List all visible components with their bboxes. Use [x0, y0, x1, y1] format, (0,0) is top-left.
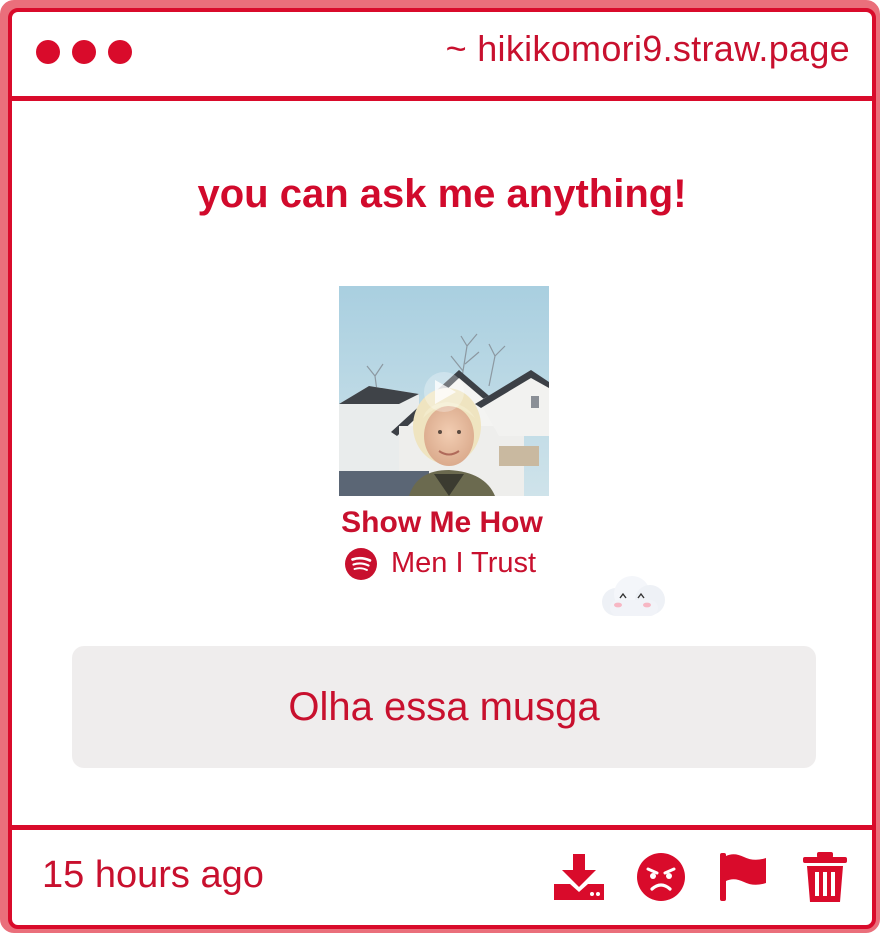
- page-url[interactable]: ~ hikikomori9.straw.page: [446, 28, 850, 70]
- action-bar: [554, 852, 850, 902]
- download-button[interactable]: [554, 852, 604, 902]
- album-cover-image: [339, 286, 549, 496]
- trash-icon: [803, 852, 847, 902]
- download-icon: [554, 854, 604, 900]
- window-dot: [36, 40, 60, 64]
- flag-icon: [720, 853, 766, 901]
- delete-button[interactable]: [800, 852, 850, 902]
- track-artist: Men I Trust: [391, 547, 537, 579]
- answer-text: Olha essa musga: [288, 684, 600, 729]
- spotify-icon: [345, 547, 377, 580]
- report-button[interactable]: [718, 852, 768, 902]
- outer-frame: ~ hikikomori9.straw.page you can ask me …: [0, 0, 880, 933]
- question-card: ~ hikikomori9.straw.page you can ask me …: [8, 8, 876, 929]
- question-text: you can ask me anything!: [197, 172, 687, 216]
- angry-reaction-button[interactable]: [636, 852, 686, 902]
- window-dots: [36, 40, 132, 64]
- angry-face-icon: [637, 853, 685, 901]
- window-dot: [108, 40, 132, 64]
- answer-box: Olha essa musga: [72, 646, 816, 768]
- album-cover[interactable]: [339, 286, 549, 496]
- cloud-sticker-icon: [602, 576, 665, 616]
- timestamp: 15 hours ago: [42, 854, 264, 896]
- track-artist-row[interactable]: Men I Trust: [345, 547, 536, 580]
- card-footer: 15 hours ago: [12, 825, 872, 925]
- track-title[interactable]: Show Me How: [12, 506, 872, 540]
- title-bar: ~ hikikomori9.straw.page: [12, 12, 872, 101]
- window-dot: [72, 40, 96, 64]
